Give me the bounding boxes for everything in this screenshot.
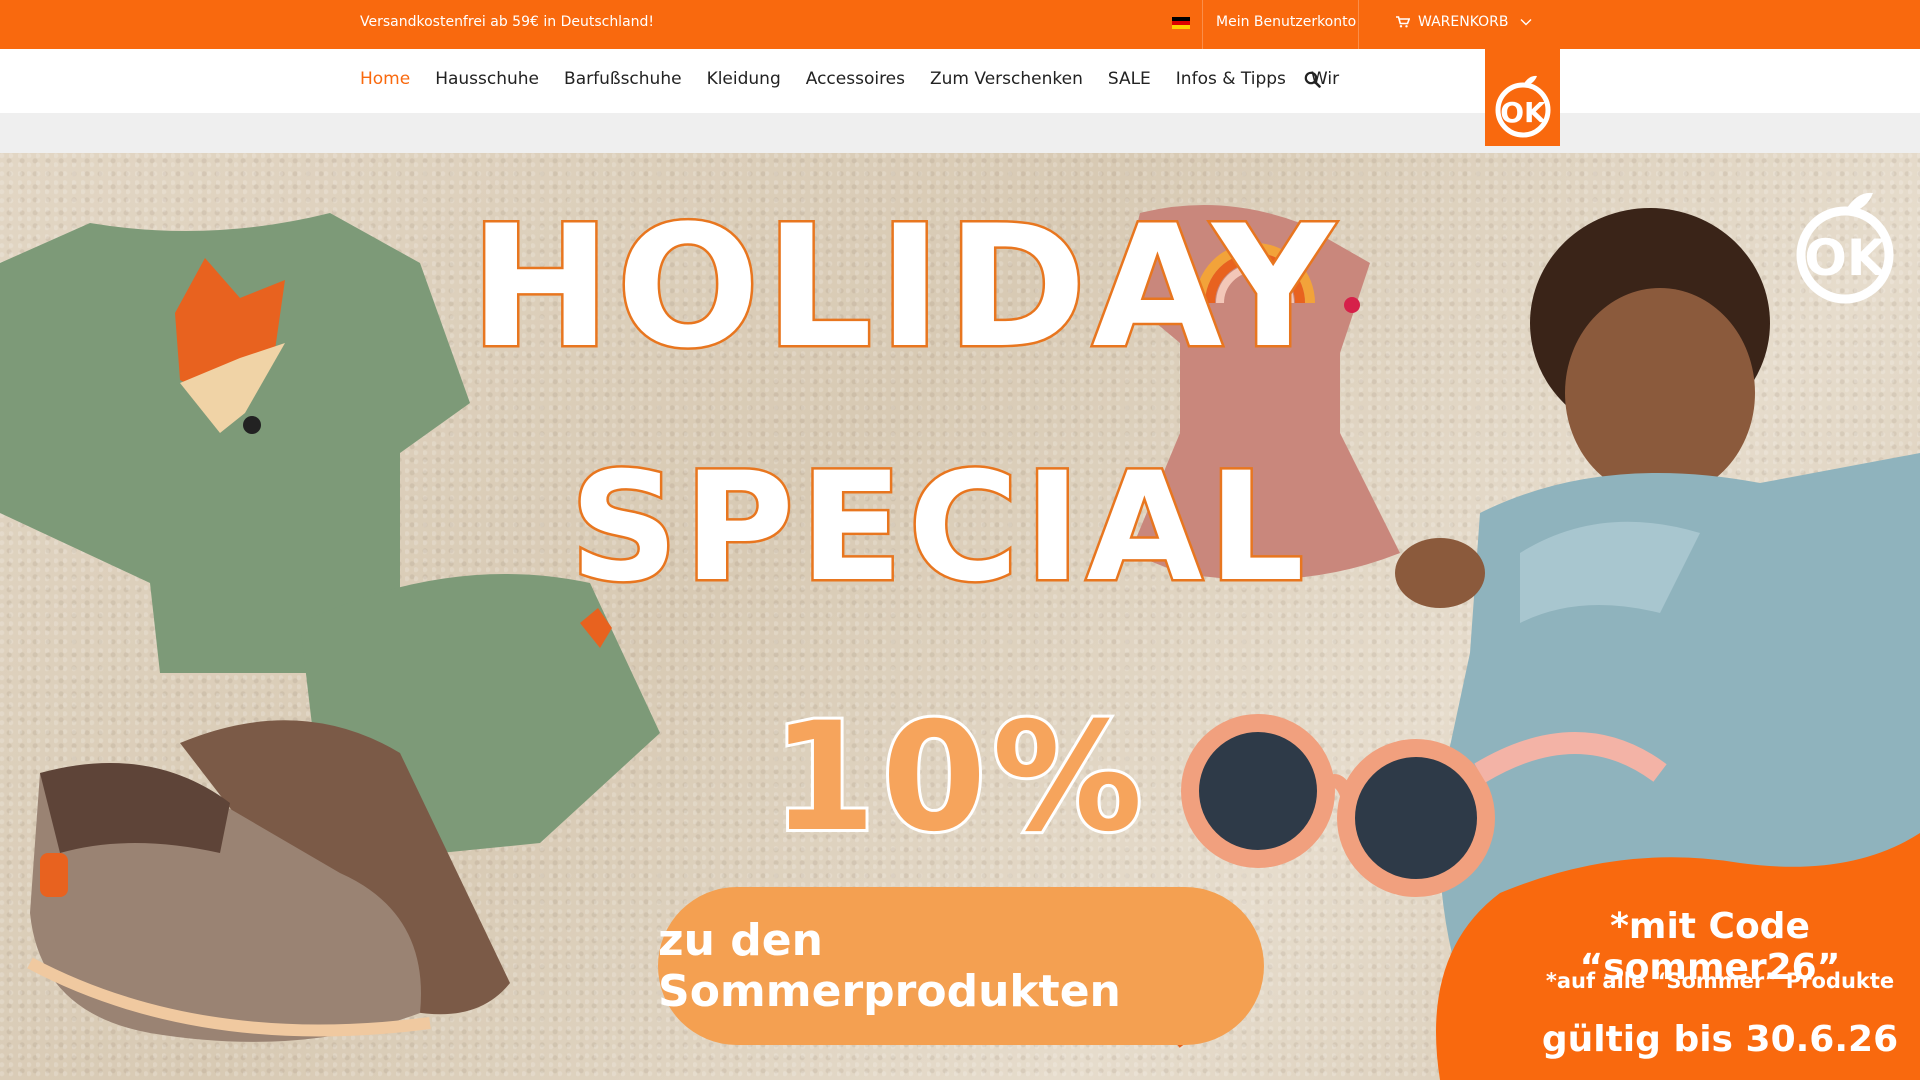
top-bar: Versandkostenfrei ab 59€ in Deutschland!… [0, 0, 1920, 49]
cart-label: WARENKORB [1418, 14, 1509, 30]
headline-holiday: HOLIDAY [467, 187, 1341, 388]
divider [1202, 0, 1203, 49]
promo-scope-text: *auf alle “Sommer” Produkte [1545, 969, 1895, 993]
summer-products-button[interactable]: zu den Sommerprodukten [658, 887, 1264, 1045]
nav-item-barfussschuhe[interactable]: Barfußschuhe [564, 69, 682, 89]
nav-item-hausschuhe[interactable]: Hausschuhe [435, 69, 539, 89]
nav-item-home[interactable]: Home [360, 69, 410, 89]
main-nav: Home Hausschuhe Barfußschuhe Kleidung Ac… [0, 49, 1920, 113]
divider [1358, 0, 1359, 49]
nav-item-infos-tipps[interactable]: Infos & Tipps [1176, 69, 1286, 89]
nav-item-sale[interactable]: SALE [1108, 69, 1151, 89]
site-logo[interactable]: OK [1485, 49, 1560, 146]
svg-text:OK: OK [1804, 229, 1888, 287]
search-icon[interactable] [1304, 71, 1321, 88]
discount-percent: 10% [768, 688, 1149, 868]
cart-button[interactable]: WARENKORB [1396, 14, 1532, 30]
promo-validity-text: gültig bis 30.6.26 [1541, 1019, 1899, 1060]
account-link[interactable]: Mein Benutzerkonto [1216, 14, 1356, 30]
flag-de-icon[interactable] [1172, 17, 1190, 29]
shipping-note: Versandkostenfrei ab 59€ in Deutschland! [360, 14, 655, 30]
headline-special: SPECIAL [568, 439, 1310, 618]
nav-item-kleidung[interactable]: Kleidung [707, 69, 781, 89]
nav-item-accessoires[interactable]: Accessoires [806, 69, 905, 89]
cart-icon [1396, 16, 1410, 28]
ok-logo: OK [1796, 192, 1894, 304]
svg-text:OK: OK [1500, 96, 1547, 129]
chevron-down-icon [1520, 19, 1532, 26]
hero-banner[interactable]: HOLIDAY SPECIAL 10% zu den Sommerprodukt… [0, 153, 1920, 1080]
ok-logo: OK [1495, 75, 1550, 138]
sub-bar [0, 113, 1920, 153]
nav-item-zum-verschenken[interactable]: Zum Verschenken [930, 69, 1083, 89]
